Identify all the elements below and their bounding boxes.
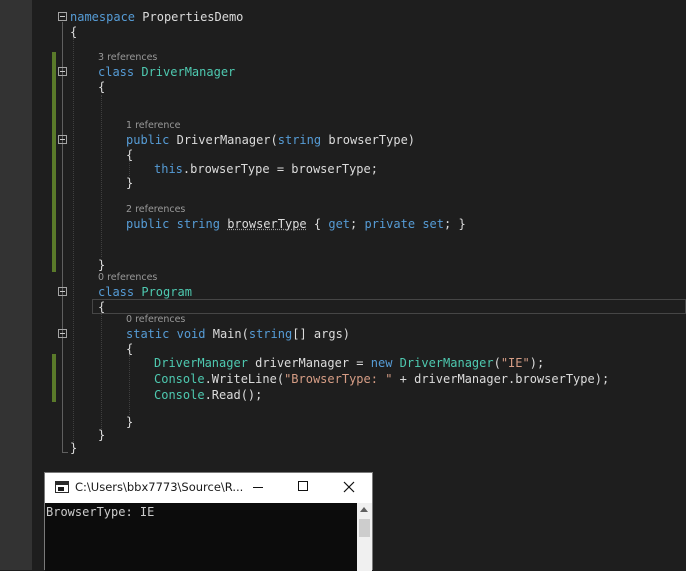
outline-end bbox=[62, 452, 68, 453]
code-line[interactable]: { bbox=[98, 299, 105, 315]
left-margin-strip bbox=[0, 0, 32, 570]
code-line[interactable]: namespace PropertiesDemo bbox=[70, 9, 243, 25]
code-line[interactable]: Console.Read(); bbox=[154, 387, 262, 403]
console-window[interactable]: C:\Users\bbx7773\Source\R... BrowserType… bbox=[44, 472, 373, 571]
collapse-icon[interactable] bbox=[58, 287, 67, 296]
close-button[interactable] bbox=[326, 473, 372, 502]
code-line[interactable]: } bbox=[126, 414, 133, 430]
indent-guide bbox=[73, 38, 74, 446]
close-icon bbox=[343, 481, 355, 493]
minimize-icon bbox=[253, 487, 263, 488]
outline-line bbox=[62, 22, 63, 452]
codelens-references[interactable]: 2 references bbox=[126, 203, 185, 217]
indent-guide bbox=[129, 355, 130, 415]
codelens-references[interactable]: 0 references bbox=[126, 313, 185, 327]
collapse-icon[interactable] bbox=[58, 67, 67, 76]
maximize-button[interactable] bbox=[280, 473, 326, 502]
change-indicator bbox=[52, 354, 56, 402]
indent-guide bbox=[101, 313, 102, 429]
maximize-icon bbox=[298, 481, 308, 491]
code-line[interactable]: class DriverManager bbox=[98, 64, 235, 80]
change-indicator bbox=[52, 52, 56, 272]
console-app-icon bbox=[55, 481, 69, 493]
scroll-up-arrow-icon[interactable] bbox=[360, 507, 368, 512]
code-line[interactable]: DriverManager driverManager = new Driver… bbox=[154, 355, 544, 371]
code-line[interactable]: static void Main(string[] args) bbox=[126, 326, 350, 342]
console-output-text: BrowserType: IE bbox=[46, 505, 155, 519]
code-line[interactable]: { bbox=[126, 341, 133, 357]
collapse-icon[interactable] bbox=[58, 135, 67, 144]
code-line[interactable]: } bbox=[70, 440, 77, 456]
code-line[interactable]: { bbox=[98, 79, 105, 95]
code-line[interactable]: { bbox=[126, 147, 133, 163]
code-line[interactable]: public string browserType { get; private… bbox=[126, 216, 466, 232]
codelens-references[interactable]: 1 reference bbox=[126, 119, 180, 133]
code-line[interactable]: } bbox=[98, 427, 105, 443]
console-output-area[interactable]: BrowserType: IE bbox=[45, 503, 357, 571]
console-title: C:\Users\bbx7773\Source\R... bbox=[75, 480, 244, 494]
collapse-icon[interactable] bbox=[58, 12, 67, 21]
console-scrollbar[interactable] bbox=[357, 503, 372, 571]
code-line[interactable]: this.browserType = browserType; bbox=[154, 161, 378, 177]
codelens-references[interactable]: 0 references bbox=[98, 271, 157, 285]
current-line-highlight bbox=[92, 299, 686, 314]
code-line[interactable]: Console.WriteLine("BrowserType: " + driv… bbox=[154, 371, 609, 387]
collapse-icon[interactable] bbox=[58, 329, 67, 338]
scroll-thumb[interactable] bbox=[359, 519, 370, 537]
code-line[interactable]: { bbox=[70, 24, 77, 40]
console-title-bar[interactable]: C:\Users\bbx7773\Source\R... bbox=[45, 473, 372, 502]
minimize-button[interactable] bbox=[234, 473, 280, 502]
indent-guide bbox=[101, 95, 102, 257]
code-line[interactable]: class Program bbox=[98, 284, 192, 300]
codelens-references[interactable]: 3 references bbox=[98, 51, 157, 65]
code-line[interactable]: } bbox=[126, 175, 133, 191]
code-line[interactable]: public DriverManager(string browserType) bbox=[126, 132, 415, 148]
